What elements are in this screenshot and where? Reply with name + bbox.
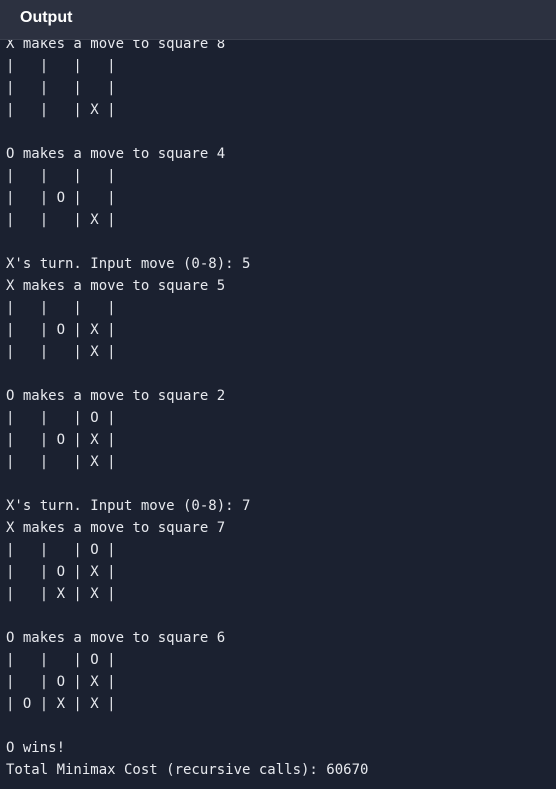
console-output[interactable]: X makes a move to square 8 | | | | | | |…	[0, 40, 556, 789]
console-line: | O | X | X |	[6, 696, 116, 712]
console-line: X's turn. Input move (0-8): 5	[6, 256, 251, 272]
console-line: | | O | X |	[6, 674, 116, 690]
console-line: O makes a move to square 4	[6, 146, 226, 162]
console-line: | | | X |	[6, 344, 116, 360]
console-line: | | | O |	[6, 542, 116, 558]
console-line: | | | X |	[6, 102, 116, 118]
console-lines: X makes a move to square 8 | | | | | | |…	[6, 40, 368, 781]
console-line: | | | |	[6, 80, 116, 96]
console-line: X's turn. Input move (0-8): 7	[6, 498, 251, 514]
console-line: | | | X |	[6, 454, 116, 470]
console-line: | | O | X |	[6, 322, 116, 338]
console-line: | | | X |	[6, 212, 116, 228]
output-panel-header: Output	[0, 0, 556, 40]
console-line: | | O | X |	[6, 432, 116, 448]
console-line: O makes a move to square 2	[6, 388, 226, 404]
console-line: O makes a move to square 6	[6, 630, 226, 646]
console-line: | | | |	[6, 58, 116, 74]
console-line: | | O | |	[6, 190, 116, 206]
console-line: | | O | X |	[6, 564, 116, 580]
console-line: | | X | X |	[6, 586, 116, 602]
console-line: | | | |	[6, 300, 116, 316]
console-line: Total Minimax Cost (recursive calls): 60…	[6, 762, 369, 778]
console-line: O wins!	[6, 740, 66, 756]
console-line: X makes a move to square 7	[6, 520, 226, 536]
panel-title: Output	[20, 9, 73, 26]
console-line: | | | O |	[6, 652, 116, 668]
console-line: X makes a move to square 5	[6, 278, 226, 294]
output-panel: Output X makes a move to square 8 | | | …	[0, 0, 556, 789]
console-line: X makes a move to square 8	[6, 40, 226, 52]
console-line: | | | O |	[6, 410, 116, 426]
console-line: | | | |	[6, 168, 116, 184]
